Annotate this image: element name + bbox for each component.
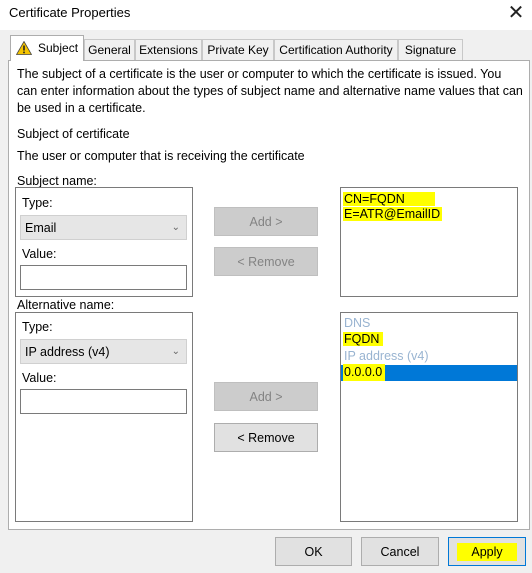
warning-icon: [16, 41, 32, 55]
apply-button[interactable]: Apply: [448, 537, 526, 566]
window-title: Certificate Properties: [9, 5, 131, 20]
chevron-down-icon: ⌄: [171, 222, 180, 233]
subject-type-label: Type:: [22, 196, 53, 210]
alternative-type-label: Type:: [22, 320, 53, 334]
tab-private-key[interactable]: Private Key: [202, 39, 274, 60]
tab-general[interactable]: General: [84, 39, 135, 60]
alternative-add-button[interactable]: Add >: [214, 382, 318, 411]
subject-value-label: Value:: [22, 247, 57, 261]
tab-certification-authority[interactable]: Certification Authority: [274, 39, 398, 60]
list-item-text: CN=FQDN: [343, 192, 435, 206]
tab-signature[interactable]: Signature: [398, 39, 463, 60]
subject-type-select[interactable]: Email ⌄: [20, 215, 187, 240]
list-item[interactable]: E=ATR@EmailID: [343, 206, 443, 223]
list-item-selected[interactable]: 0.0.0.0: [341, 364, 517, 381]
subject-remove-button[interactable]: < Remove: [214, 247, 318, 276]
intro-description: The subject of a certificate is the user…: [17, 67, 523, 115]
alternative-remove-button[interactable]: < Remove: [214, 423, 318, 452]
alternative-value-label: Value:: [22, 371, 57, 385]
subject-add-button[interactable]: Add >: [214, 207, 318, 236]
tab-subject[interactable]: Subject: [10, 35, 84, 61]
close-icon[interactable]: ✕: [505, 2, 527, 24]
list-item-text: FQDN: [343, 332, 384, 346]
dns-group-header: DNS: [344, 316, 371, 330]
alternative-value-input[interactable]: [20, 389, 187, 414]
alternative-type-value: IP address (v4): [25, 345, 110, 359]
cancel-button[interactable]: Cancel: [361, 537, 439, 566]
tab-extensions[interactable]: Extensions: [135, 39, 202, 60]
alternative-type-select[interactable]: IP address (v4) ⌄: [20, 339, 187, 364]
ip-group-header: IP address (v4): [344, 349, 429, 363]
section-subtitle: The user or computer that is receiving t…: [17, 149, 305, 163]
subject-value-input[interactable]: [20, 265, 187, 290]
tab-label: Subject: [38, 41, 79, 55]
apply-label: Apply: [457, 543, 517, 561]
ok-button[interactable]: OK: [275, 537, 352, 566]
section-title: Subject of certificate: [17, 127, 130, 141]
subject-type-value: Email: [25, 221, 57, 235]
list-item-text: E=ATR@EmailID: [343, 207, 443, 221]
list-item-text: 0.0.0.0: [343, 364, 386, 381]
list-item[interactable]: FQDN: [343, 331, 384, 348]
chevron-down-icon: ⌄: [171, 346, 180, 357]
